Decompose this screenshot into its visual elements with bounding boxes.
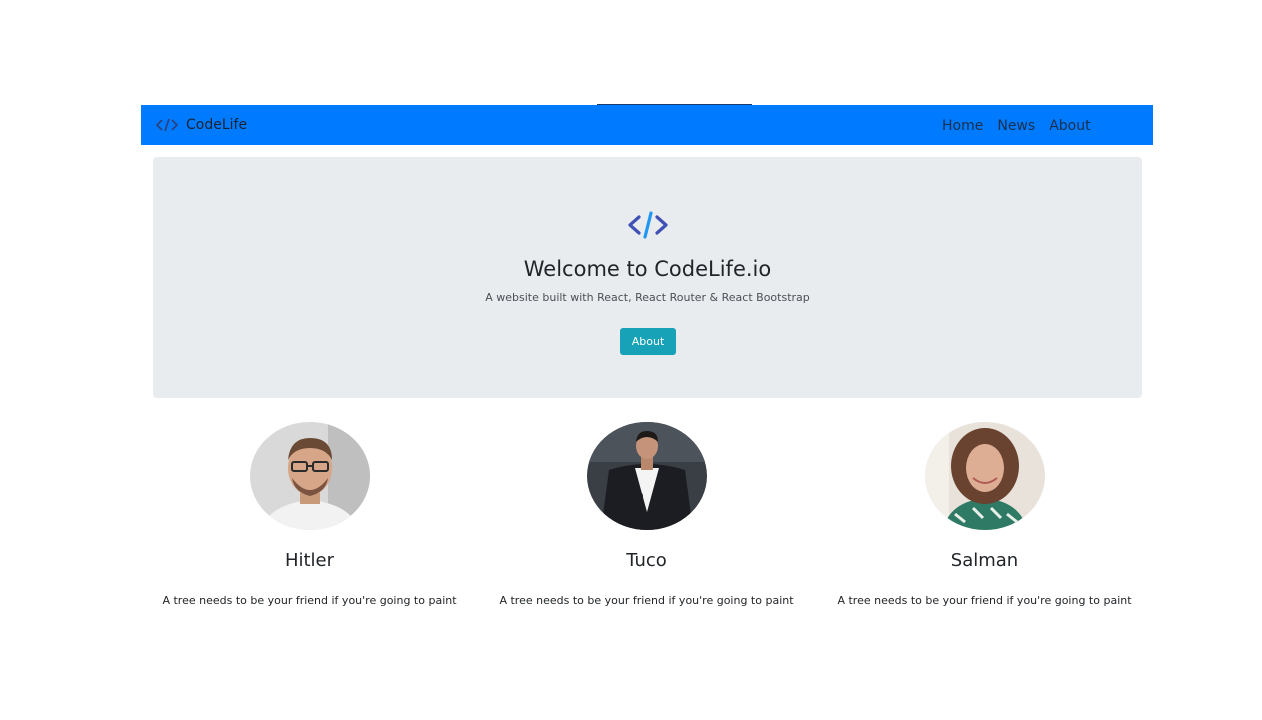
avatar [587, 422, 707, 530]
card-name: Tuco [626, 550, 667, 571]
brand-label: CodeLife [186, 117, 248, 133]
man-in-suit-portrait [587, 422, 707, 530]
navbar: CodeLife Home News About [141, 105, 1153, 145]
nav-link-home[interactable]: Home [942, 118, 983, 134]
about-button[interactable]: About [620, 328, 676, 355]
card-name: Salman [950, 550, 1019, 571]
nav-links: Home News About [942, 105, 1091, 147]
card-text: A tree needs to be your friend if you're… [837, 594, 1132, 607]
navbar-brand[interactable]: CodeLife [156, 105, 247, 145]
card-text: A tree needs to be your friend if you're… [499, 594, 794, 607]
profile-cards: Hitler A tree needs to be your friend if… [141, 422, 1153, 622]
jumbotron-title: Welcome to CodeLife.io [523, 257, 772, 281]
page: CodeLife Home News About Welcome to Code… [141, 104, 1153, 607]
code-icon [627, 210, 669, 244]
nav-link-about[interactable]: About [1049, 118, 1090, 134]
woman-curly-hair-portrait [925, 422, 1045, 530]
card-text: A tree needs to be your friend if you're… [162, 594, 457, 607]
code-icon [156, 118, 178, 132]
jumbotron: Welcome to CodeLife.io A website built w… [153, 157, 1142, 398]
card-name: Hitler [284, 550, 335, 571]
avatar [250, 422, 370, 530]
jumbotron-subtitle: A website built with React, React Router… [485, 291, 810, 304]
avatar [925, 422, 1045, 530]
man-with-glasses-portrait [250, 422, 370, 530]
nav-link-news[interactable]: News [997, 118, 1035, 134]
